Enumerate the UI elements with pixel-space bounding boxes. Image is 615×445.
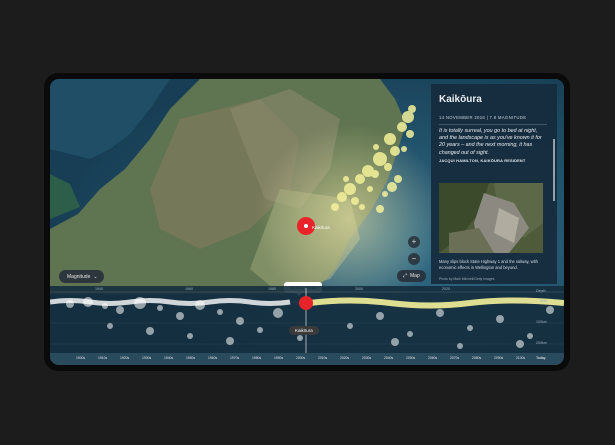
depth-100km-label: 100km [536, 320, 547, 324]
magnitude-label: Magnitude [67, 273, 91, 280]
year-tick: 1980 [268, 287, 276, 291]
info-panel: Kaikōura 14 NOVEMBER 2016 | 7.8 MAGNITUD… [431, 84, 557, 284]
place-label-pill: Kaikōura [289, 326, 319, 335]
playhead-marker[interactable] [299, 296, 313, 310]
zoom-out-button[interactable]: − [408, 253, 420, 265]
shallow-band-left [50, 298, 291, 306]
year-tick: 2020 [442, 287, 450, 291]
decade-tick: 1940s [164, 356, 174, 360]
decade-tick: 1910s [98, 356, 108, 360]
decade-tick: 2090s [494, 356, 504, 360]
today-label[interactable]: Today [536, 356, 546, 360]
map-label: Map [410, 273, 420, 279]
photo-caption: Many slips block State Highway 1 and the… [439, 259, 538, 270]
panel-quote: It is totally surreal, you go to bed at … [439, 128, 542, 156]
decade-tick: 1920s [120, 356, 130, 360]
decade-tick: 1990s [274, 356, 284, 360]
device-frame: Magnitude ⌄ ⤢ Map + − Kaikōura 14 NOVEMB… [44, 73, 570, 371]
decade-tick: 2080s [472, 356, 482, 360]
decade-tick: 1960s [208, 356, 218, 360]
decade-tick: 2010s [318, 356, 328, 360]
timeline-canvas [50, 286, 564, 353]
panel-divider [439, 124, 547, 125]
decade-tick: 2060s [428, 356, 438, 360]
decade-tick: 2070s [450, 356, 460, 360]
map-toggle-button[interactable]: ⤢ Map [397, 270, 426, 282]
zoom-in-button[interactable]: + [408, 236, 420, 248]
landslide-photo [439, 183, 543, 253]
decade-tick: 2000s [296, 356, 306, 360]
panel-title: Kaikōura [439, 94, 482, 105]
photo-credit: Photo by Mark Mitchell/Getty Images [439, 277, 495, 281]
decade-tick: 1900s [76, 356, 86, 360]
year-tick: 1940 [95, 287, 103, 291]
epicentre-label: Kaikōura [312, 225, 330, 230]
panel-attribution: JACQUI HAMILTON, KAIKŌURA RESIDENT [439, 158, 526, 163]
chevron-down-icon: ⌄ [93, 273, 98, 280]
depth-0km-label: 0km [540, 299, 547, 303]
decade-tick: 2020s [340, 356, 350, 360]
panel-meta: 14 NOVEMBER 2016 | 7.8 MAGNITUDE [439, 115, 527, 120]
depth-label: Depth [536, 289, 546, 293]
panel-scrollbar[interactable] [553, 139, 555, 201]
decade-tick: 1970s [230, 356, 240, 360]
decade-tick: 2040s [384, 356, 394, 360]
expand-map-icon: ⤢ [403, 273, 408, 279]
year-tick: 2000 [355, 287, 363, 291]
decade-tick: 2100s [516, 356, 526, 360]
year-tick: 1960 [185, 287, 193, 291]
decade-tick: 1980s [252, 356, 262, 360]
decade-tick: 1930s [142, 356, 152, 360]
magnitude-filter-button[interactable]: Magnitude ⌄ [59, 270, 104, 283]
decade-tick: 2030s [362, 356, 372, 360]
decade-tick: 2050s [406, 356, 416, 360]
photo-graphic [439, 183, 543, 253]
app-screen: Magnitude ⌄ ⤢ Map + − Kaikōura 14 NOVEMB… [50, 79, 564, 365]
decade-tick: 1950s [186, 356, 196, 360]
epicentre-label-text: Kaikōura [312, 225, 330, 230]
depth-200km-label: 200km [536, 341, 547, 345]
epicentre-dot [304, 224, 308, 228]
